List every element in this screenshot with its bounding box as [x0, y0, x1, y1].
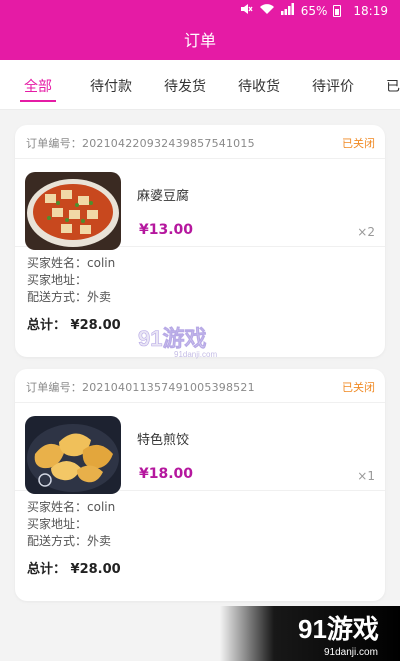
- buyer-info: 买家姓名：colin 买家地址： 配送方式：外卖 总计： ¥28.00: [15, 247, 385, 333]
- goods-name: 特色煎饺: [137, 433, 190, 448]
- tab-pending-payment[interactable]: 待付款: [90, 76, 132, 96]
- svg-text:91游戏: 91游戏: [298, 614, 379, 644]
- status-icons: 65% 18:19: [239, 3, 388, 18]
- goods-image: [25, 416, 121, 494]
- buyer-info: 买家姓名：colin 买家地址： 配送方式：外卖 总计： ¥28.00: [15, 491, 385, 577]
- order-tabs: 全部 待付款 待发货 待收货 待评价 已: [0, 60, 400, 110]
- goods-row[interactable]: 特色煎饺 ¥18.00 ×1: [15, 403, 385, 494]
- svg-text:91danji.com: 91danji.com: [324, 647, 378, 658]
- watermark-corner: 91游戏 91danji.com: [220, 606, 400, 661]
- page-title: 订单: [0, 22, 400, 60]
- tab-all[interactable]: 全部: [20, 76, 56, 102]
- wifi-icon: [259, 3, 275, 18]
- goods-image: [25, 172, 121, 250]
- order-card[interactable]: 订单编号：20210401135749100539852​1 已关闭 特色煎饺 …: [15, 369, 385, 601]
- buyer-name: 买家姓名：colin: [27, 500, 116, 514]
- delivery-method: 配送方式：外卖: [27, 534, 112, 548]
- delivery-method: 配送方式：外卖: [27, 290, 112, 304]
- order-card-header: 订单编号：20210401135749100539852​1 已关闭: [15, 369, 385, 403]
- goods-name: 麻婆豆腐: [137, 189, 190, 204]
- clock: 18:19: [353, 3, 388, 18]
- tab-completed-partial[interactable]: 已: [386, 76, 400, 96]
- order-number: 订单编号：20210401135749100539852​1: [26, 381, 255, 394]
- svg-text:91danji.com: 91danji.com: [174, 350, 217, 359]
- tab-pending-receipt[interactable]: 待收货: [238, 76, 280, 96]
- goods-price: ¥18.00: [139, 466, 194, 482]
- battery-percent: 65%: [300, 3, 328, 18]
- buyer-address: 买家地址：: [27, 517, 88, 531]
- order-status: 已关闭: [342, 381, 375, 394]
- watermark-logo: 91游戏 91danji.com: [138, 322, 234, 360]
- buyer-name: 买家姓名：colin: [27, 256, 116, 270]
- buyer-address: 买家地址：: [27, 273, 88, 287]
- status-bar: 65% 18:19: [0, 0, 400, 22]
- goods-price: ¥13.00: [139, 222, 194, 238]
- order-card-header: 订单编号：20210422093243985754101​5 已关闭: [15, 125, 385, 159]
- tab-pending-shipment[interactable]: 待发货: [164, 76, 206, 96]
- order-status: 已关闭: [342, 137, 375, 150]
- signal-icon: [280, 3, 295, 18]
- goods-row[interactable]: 麻婆豆腐 ¥13.00 ×2: [15, 159, 385, 250]
- order-number: 订单编号：20210422093243985754101​5: [26, 137, 255, 150]
- tab-pending-review[interactable]: 待评价: [312, 76, 354, 96]
- goods-quantity: ×2: [357, 225, 375, 239]
- svg-text:91游戏: 91游戏: [138, 326, 206, 351]
- battery-icon: [333, 4, 342, 17]
- order-total: 总计： ¥28.00: [27, 562, 121, 577]
- goods-quantity: ×1: [357, 469, 375, 483]
- mute-icon: [239, 3, 253, 18]
